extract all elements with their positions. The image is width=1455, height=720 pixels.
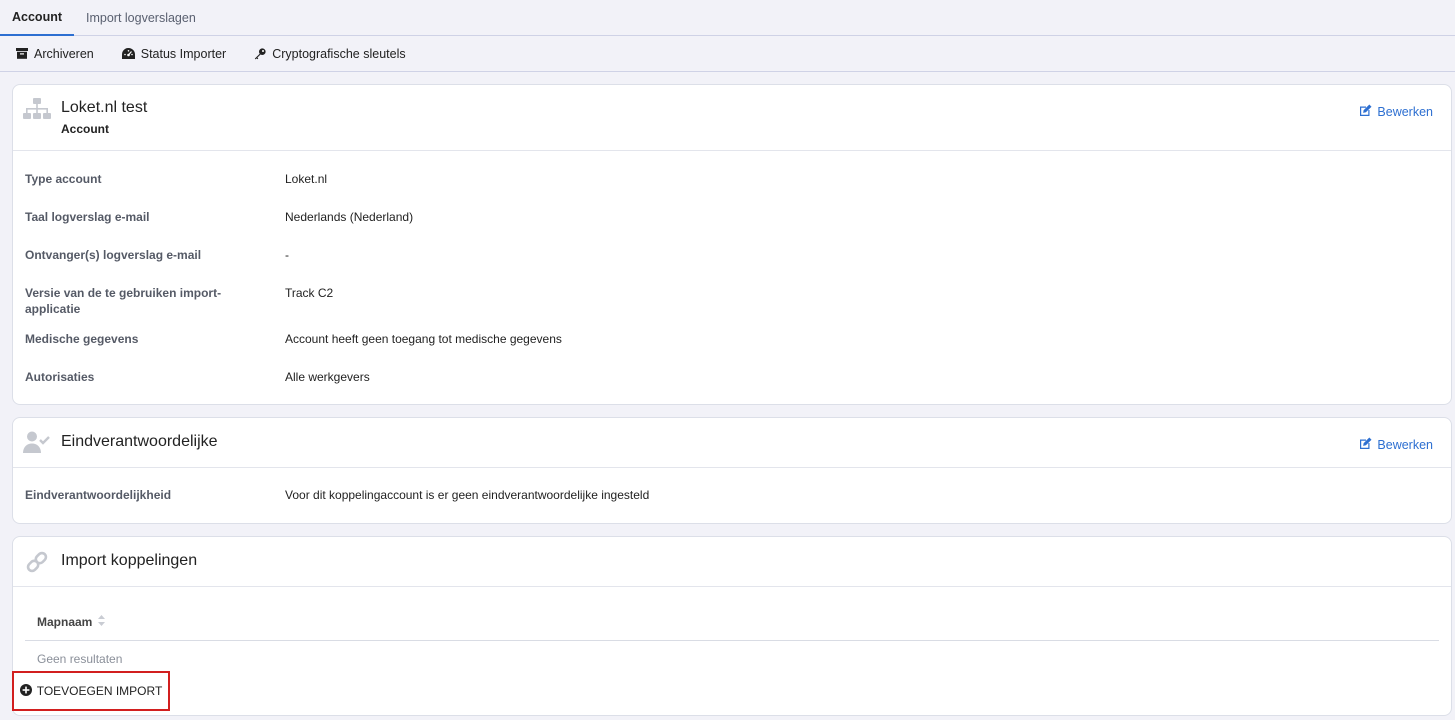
sort-icon <box>98 615 106 629</box>
status-importer-label: Status Importer <box>140 46 227 61</box>
tab-account[interactable]: Account <box>0 0 74 36</box>
imports-card-header: Import koppelingen <box>13 537 1451 587</box>
link-icon <box>25 550 49 577</box>
account-card: Loket.nl test Account Bewerken Type acco… <box>12 84 1452 405</box>
field-value: Alle werkgevers <box>285 370 370 384</box>
responsible-title: Eindverantwoordelijke <box>61 433 218 450</box>
field-value: Account heeft geen toegang tot medische … <box>285 332 562 346</box>
plus-circle-icon <box>19 683 32 699</box>
account-card-header: Loket.nl test Account Bewerken <box>13 85 1451 151</box>
responsible-edit-button[interactable]: Bewerken <box>1359 437 1433 453</box>
field-label: Autorisaties <box>25 370 95 384</box>
field-label: Ontvanger(s) logverslag e-mail <box>25 248 202 262</box>
tab-import-logverslagen[interactable]: Import logverslagen <box>74 0 208 35</box>
field-value: Voor dit koppelingaccount is er geen ein… <box>285 488 650 502</box>
field-label: Eindverantwoordelijkheid <box>25 488 172 502</box>
account-edit-button[interactable]: Bewerken <box>1359 104 1433 120</box>
status-importer-button[interactable]: Status Importer <box>121 46 227 61</box>
crypto-keys-label: Cryptografische sleutels <box>272 46 406 61</box>
archive-button[interactable]: Archiveren <box>16 47 94 61</box>
field-label: Medische gegevens <box>25 332 139 346</box>
column-header-mapnaam[interactable]: Mapnaam <box>37 615 106 629</box>
responsible-card-header: Eindverantwoordelijke Bewerken <box>13 418 1451 468</box>
field-label: Type account <box>25 172 102 186</box>
imports-card: Import koppelingen Mapnaam Geen resultat… <box>12 536 1452 716</box>
field-value: Loket.nl <box>285 172 328 186</box>
field-value: - <box>285 248 289 262</box>
account-subtitle: Account <box>61 122 109 136</box>
edit-icon <box>1359 437 1372 453</box>
field-value: Track C2 <box>285 286 334 300</box>
crypto-keys-button[interactable]: Cryptografische sleutels <box>254 46 406 61</box>
account-title: Loket.nl test <box>61 99 148 116</box>
tab-bar: Account Import logverslagen <box>0 0 1455 36</box>
dashboard-icon <box>121 48 135 59</box>
table-header: Mapnaam <box>25 607 1439 641</box>
archive-icon <box>16 48 28 59</box>
edit-icon <box>1359 104 1372 120</box>
imports-title: Import koppelingen <box>61 552 198 569</box>
sitemap-icon <box>23 98 51 125</box>
key-icon <box>254 47 266 60</box>
archive-label: Archiveren <box>34 46 94 61</box>
field-label: Versie van de te gebruiken import-applic… <box>25 286 222 316</box>
user-check-icon <box>23 431 51 456</box>
empty-results: Geen resultaten <box>37 652 123 666</box>
add-import-button[interactable]: TOEVOEGEN IMPORT <box>12 671 170 711</box>
account-edit-label: Bewerken <box>1377 105 1433 119</box>
responsible-edit-label: Bewerken <box>1377 438 1433 452</box>
field-value: Nederlands (Nederland) <box>285 210 414 224</box>
add-import-label: TOEVOEGEN IMPORT <box>36 684 163 698</box>
column-header-label: Mapnaam <box>37 615 93 629</box>
toolbar: Archiveren Status Importer Cryptografisc… <box>0 36 1455 72</box>
field-label: Taal logverslag e-mail <box>25 210 150 224</box>
responsible-card: Eindverantwoordelijke Bewerken Eindveran… <box>12 417 1452 524</box>
